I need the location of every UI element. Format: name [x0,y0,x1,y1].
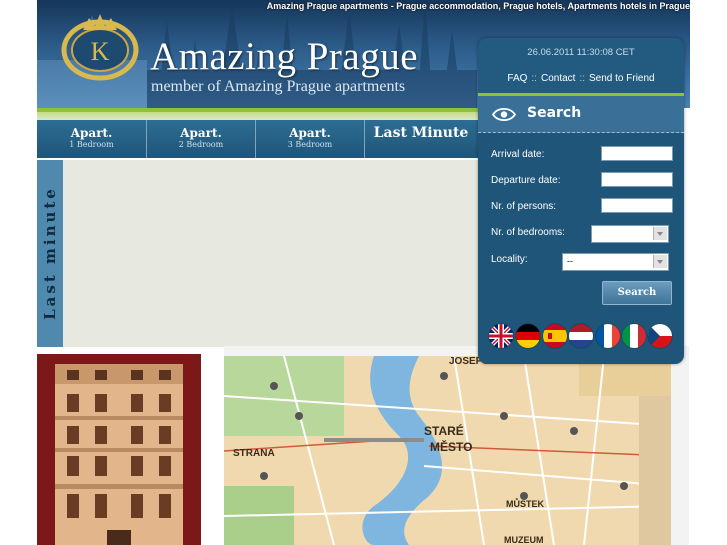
map-label-strana: STRANA [233,448,275,459]
eye-icon [492,107,516,122]
chevron-down-icon [653,255,667,268]
prague-map[interactable]: JOSEFOV STRANA STARÉ MĚSTO MŮSTEK MUZEUM [224,356,671,545]
search-title: Search [527,105,582,121]
arrival-date-label: Arrival date: [491,149,545,160]
search-header: Search [478,96,684,133]
locality-select[interactable]: -- [562,253,669,271]
site-logo[interactable]: K [59,10,141,82]
main-nav: Apart. 1 Bedroom Apart. 2 Bedroom Apart.… [37,108,478,158]
bedrooms-select[interactable] [591,225,669,243]
brand-title[interactable]: Amazing Prague [150,34,418,79]
persons-input[interactable] [601,198,673,213]
persons-label: Nr. of persons: [491,201,557,212]
last-minute-vertical-label: Last minute [41,186,59,320]
map-label-mesto: MĚSTO [430,440,473,454]
svg-text:K: K [91,37,110,66]
german-flag-icon[interactable] [516,324,540,348]
faq-link[interactable]: FAQ [507,73,527,84]
nav-item-label: Apart. [289,126,331,140]
french-flag-icon[interactable] [596,324,620,348]
building-photo[interactable] [37,354,201,545]
search-panel-top: 26.06.2011 11:30:08 CET FAQ:: Contact:: Se… [478,38,684,93]
nav-item-label: Apart. [70,126,113,140]
nav-item-sublabel: 3 Bedroom [287,140,333,149]
nav-item-label: Last Minute [373,125,469,141]
nav-item-apart-2-bedroom[interactable]: Apart. 2 Bedroom [147,120,256,158]
departure-date-input[interactable] [601,172,673,187]
chevron-down-icon [653,227,667,240]
send-to-friend-link[interactable]: Send to Friend [589,73,655,84]
nav-item-apart-3-bedroom[interactable]: Apart. 3 Bedroom [256,120,365,158]
nav-item-apart-1-bedroom[interactable]: Apart. 1 Bedroom [37,120,147,158]
bedrooms-label: Nr. of bedrooms: [491,227,565,238]
locality-label: Locality: [491,254,528,265]
top-links: FAQ:: Contact:: Send to Friend [478,73,684,84]
spanish-flag-icon[interactable] [543,324,567,348]
search-button[interactable]: Search [602,281,672,305]
nav-item-sublabel: 1 Bedroom [69,140,114,149]
current-datetime: 26.06.2011 11:30:08 CET [527,47,635,58]
search-panel: 26.06.2011 11:30:08 CET FAQ:: Contact:: Se… [478,38,684,364]
last-minute-panel [63,160,479,347]
map-label-stare: STARÉ [424,424,464,438]
departure-date-label: Departure date: [491,175,561,186]
english-flag-icon[interactable] [489,324,513,348]
last-minute-strip: Last minute [37,160,63,347]
italian-flag-icon[interactable] [622,324,646,348]
brand-subtitle: member of Amazing Prague apartments [151,78,406,95]
link-separator: :: [531,73,537,84]
arrival-date-input[interactable] [601,146,673,161]
map-label-mustek: MŮSTEK [506,499,544,509]
link-separator: :: [579,73,585,84]
contact-link[interactable]: Contact [541,73,575,84]
header-tagline: Amazing Prague apartments - Prague accom… [266,1,690,11]
nav-item-last-minute[interactable]: Last Minute [365,120,477,158]
dutch-flag-icon[interactable] [569,324,593,348]
locality-select-value: -- [567,256,573,266]
czech-flag-icon[interactable] [648,324,672,348]
map-label-muzeum: MUZEUM [504,535,544,545]
nav-item-sublabel: 2 Bedroom [178,140,224,149]
nav-item-label: Apart. [180,126,222,140]
